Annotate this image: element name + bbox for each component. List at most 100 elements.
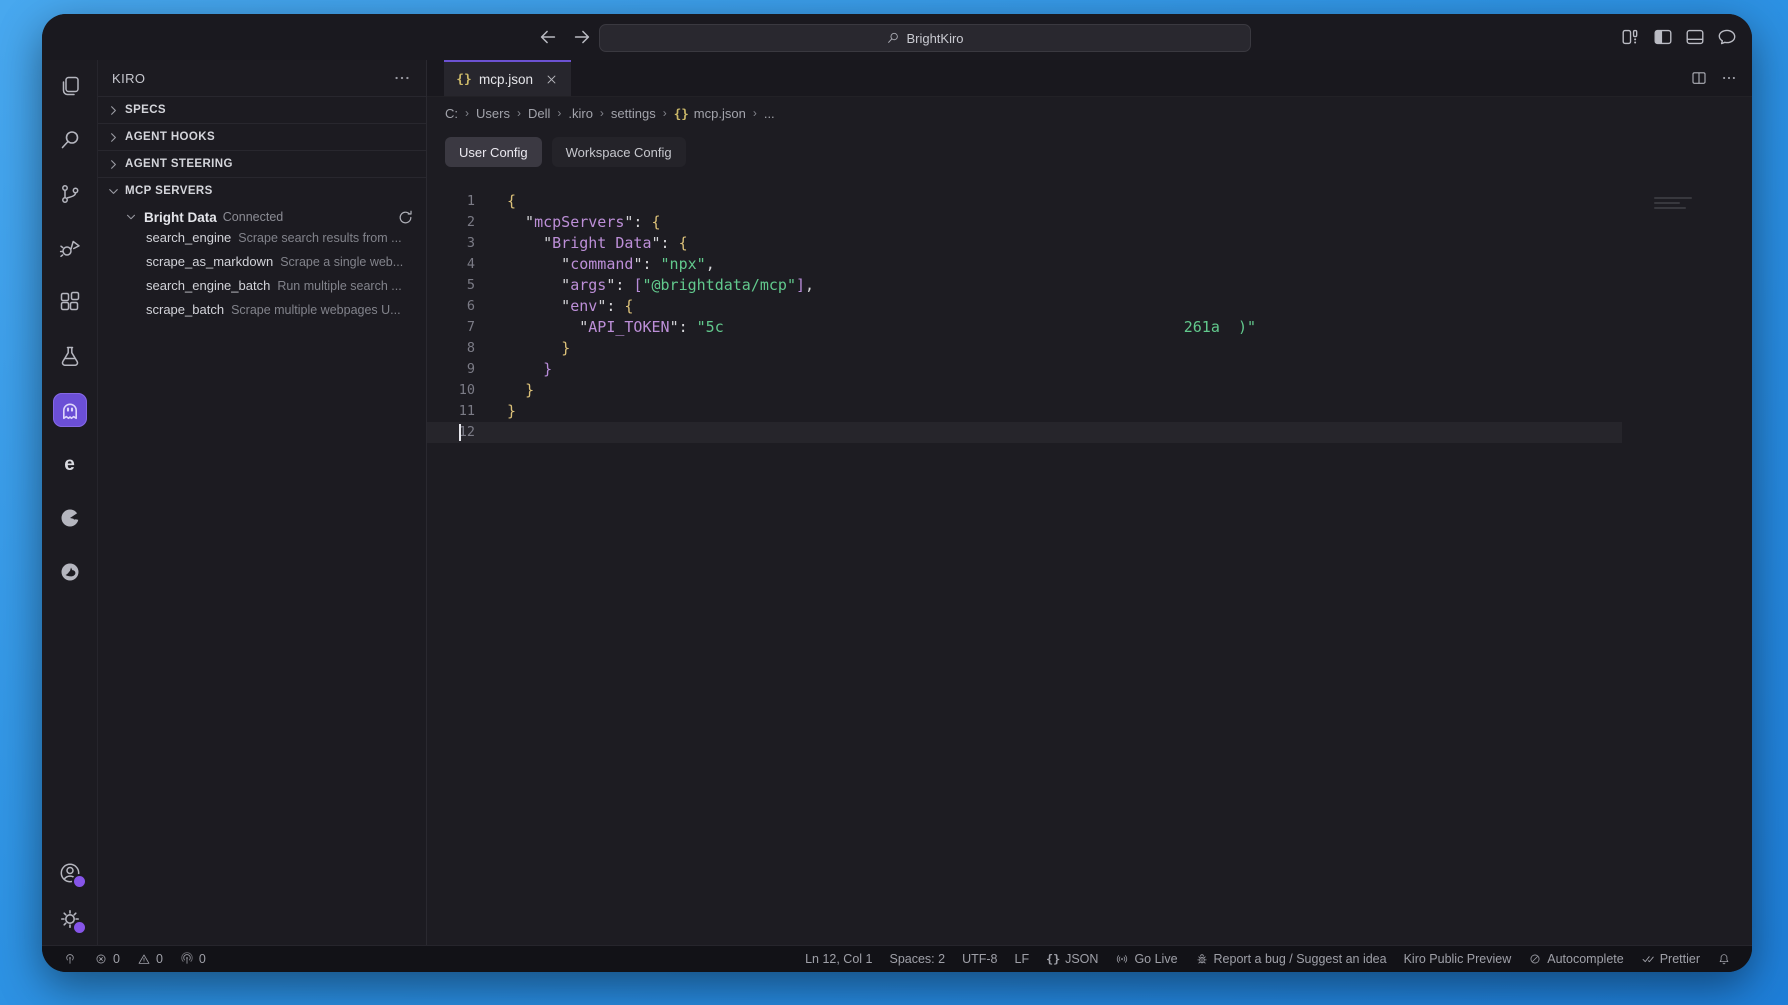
status-item-0[interactable]: 0 — [87, 946, 127, 972]
editor-actions — [1690, 60, 1738, 96]
titlebar-actions — [1620, 14, 1738, 60]
sidebar-section-agent-steering[interactable]: AGENT STEERING — [98, 150, 426, 177]
activity-beaker-button[interactable] — [58, 344, 82, 368]
code-line-2[interactable]: 2 "mcpServers": { — [427, 212, 1622, 233]
activity-extensions-button[interactable] — [58, 290, 82, 314]
activity-files-button[interactable] — [58, 74, 82, 98]
code-line-6[interactable]: 6 "env": { — [427, 296, 1622, 317]
e-logo-icon: e — [58, 452, 82, 476]
breadcrumb-item-mcp-json[interactable]: {}mcp.json — [674, 106, 746, 121]
activity-source-control-button[interactable] — [58, 182, 82, 206]
titlebar-chat-button[interactable] — [1716, 26, 1738, 48]
status-item-go-live[interactable]: Go Live — [1108, 946, 1184, 972]
config-switcher: User Config Workspace Config — [427, 129, 1752, 189]
code-editor[interactable]: 1{2 "mcpServers": {3 "Bright Data": {4 "… — [427, 189, 1752, 945]
code-line-1[interactable]: 1{ — [427, 191, 1622, 212]
status-item-json[interactable]: {}JSON — [1039, 946, 1105, 972]
refresh-icon[interactable] — [397, 209, 414, 226]
code-token: { — [652, 213, 661, 231]
mcp-server-bright-data[interactable]: Bright DataConnected — [98, 204, 426, 230]
status-item-bell[interactable] — [1710, 946, 1738, 972]
code-line-5[interactable]: 5 "args": ["@brightdata/mcp"], — [427, 275, 1622, 296]
breadcrumb-item-settings[interactable]: settings — [611, 106, 656, 121]
status-item-utf-8[interactable]: UTF-8 — [955, 946, 1004, 972]
code-text — [475, 422, 507, 443]
code-text: { — [475, 191, 516, 212]
code-token: ": — [624, 213, 651, 231]
mcp-tool-search-engine-batch[interactable]: search_engine_batchRun multiple search .… — [98, 278, 426, 302]
activity-e-logo-button[interactable]: e — [58, 452, 82, 476]
sidebar-section-agent-hooks[interactable]: AGENT HOOKS — [98, 123, 426, 150]
breadcrumb-item-users[interactable]: Users — [476, 106, 510, 121]
close-icon[interactable] — [544, 72, 559, 87]
section-label: MCP SERVERS — [125, 185, 213, 197]
split-icon[interactable] — [1690, 69, 1708, 87]
activity-pie-logo-button[interactable] — [58, 506, 82, 530]
json-braces-icon: {} — [456, 71, 472, 87]
code-line-8[interactable]: 8 } — [427, 338, 1622, 359]
line-number: 3 — [427, 233, 475, 254]
code-line-11[interactable]: 11} — [427, 401, 1622, 422]
code-token: mcpServers — [534, 213, 624, 231]
activity-rabbit-logo-button[interactable] — [58, 560, 82, 584]
status-item-report-a-bug-suggest-an-idea[interactable]: Report a bug / Suggest an idea — [1188, 946, 1394, 972]
sidebar-section-specs[interactable]: SPECS — [98, 96, 426, 123]
status-item-lf[interactable]: LF — [1008, 946, 1037, 972]
breadcrumb-item-dell[interactable]: Dell — [528, 106, 550, 121]
status-label: Kiro Public Preview — [1404, 952, 1512, 966]
activity-kiro-ghost-button[interactable] — [53, 393, 87, 427]
activity-gear-button[interactable] — [58, 907, 82, 931]
breadcrumb: C:›Users›Dell›.kiro›settings›{}mcp.json›… — [427, 97, 1752, 129]
status-item-ln-12-col-1[interactable]: Ln 12, Col 1 — [798, 946, 879, 972]
code-line-3[interactable]: 3 "Bright Data": { — [427, 233, 1622, 254]
code-line-7[interactable]: 7 "API_TOKEN": "5c261a )" — [427, 317, 1622, 338]
titlebar-sidebar-toggle-button[interactable] — [1652, 26, 1674, 48]
breadcrumb-item-c[interactable]: C: — [445, 106, 458, 121]
status-label: Report a bug / Suggest an idea — [1214, 952, 1387, 966]
sidebar-section-mcp-servers[interactable]: MCP SERVERS — [98, 177, 426, 204]
breadcrumb-item-[interactable]: ... — [764, 106, 775, 121]
breadcrumb-label: settings — [611, 106, 656, 121]
activity-debug-button[interactable] — [58, 236, 82, 260]
code-token: ": — [597, 297, 624, 315]
breadcrumb-label: Users — [476, 106, 510, 121]
status-item-spaces-2[interactable]: Spaces: 2 — [882, 946, 952, 972]
command-center-search[interactable]: BrightKiro — [599, 24, 1251, 52]
rabbit-logo-icon — [58, 560, 82, 584]
broadcast-icon — [180, 952, 194, 966]
nav-forward-button[interactable] — [571, 26, 593, 48]
code-line-9[interactable]: 9 } — [427, 359, 1622, 380]
code-line-4[interactable]: 4 "command": "npx", — [427, 254, 1622, 275]
sidebar: KIRO SPECSAGENT HOOKSAGENT STEERINGMCP S… — [98, 60, 427, 945]
activity-account-button[interactable] — [58, 861, 82, 885]
panel-toggle-icon — [1684, 26, 1706, 48]
sidebar-tree: SPECSAGENT HOOKSAGENT STEERING MCP SERVER… — [98, 96, 426, 945]
status-label: Spaces: 2 — [889, 952, 945, 966]
status-item-remote[interactable] — [56, 946, 84, 972]
mcp-tool-scrape-batch[interactable]: scrape_batchScrape multiple webpages U..… — [98, 302, 426, 326]
ellipsis-icon[interactable] — [1720, 69, 1738, 87]
code-line-12[interactable]: 12 — [427, 422, 1622, 443]
more-actions-icon[interactable] — [392, 68, 412, 88]
server-status: Connected — [223, 210, 283, 224]
workspace-config-button[interactable]: Workspace Config — [552, 137, 686, 167]
status-item-0[interactable]: 0 — [173, 946, 213, 972]
nav-back-button[interactable] — [537, 26, 559, 48]
titlebar-layout-button[interactable] — [1620, 26, 1642, 48]
line-number: 11 — [427, 401, 475, 422]
status-item-prettier[interactable]: Prettier — [1634, 946, 1707, 972]
mcp-tool-search-engine[interactable]: search_engineScrape search results from … — [98, 230, 426, 254]
status-item-autocomplete[interactable]: Autocomplete — [1521, 946, 1630, 972]
line-number: 2 — [427, 212, 475, 233]
code-line-10[interactable]: 10 } — [427, 380, 1622, 401]
user-config-button[interactable]: User Config — [445, 137, 542, 167]
titlebar-panel-toggle-button[interactable] — [1684, 26, 1706, 48]
tab-mcp-json[interactable]: {} mcp.json — [444, 60, 571, 96]
forward-icon — [571, 26, 593, 48]
status-item-kiro-public-preview[interactable]: Kiro Public Preview — [1397, 946, 1519, 972]
activity-search-button[interactable] — [58, 128, 82, 152]
status-item-0[interactable]: 0 — [130, 946, 170, 972]
code-token: "@brightdata/mcp" — [642, 276, 796, 294]
mcp-tool-scrape-as-markdown[interactable]: scrape_as_markdownScrape a single web... — [98, 254, 426, 278]
breadcrumb-item-kiro[interactable]: .kiro — [568, 106, 593, 121]
